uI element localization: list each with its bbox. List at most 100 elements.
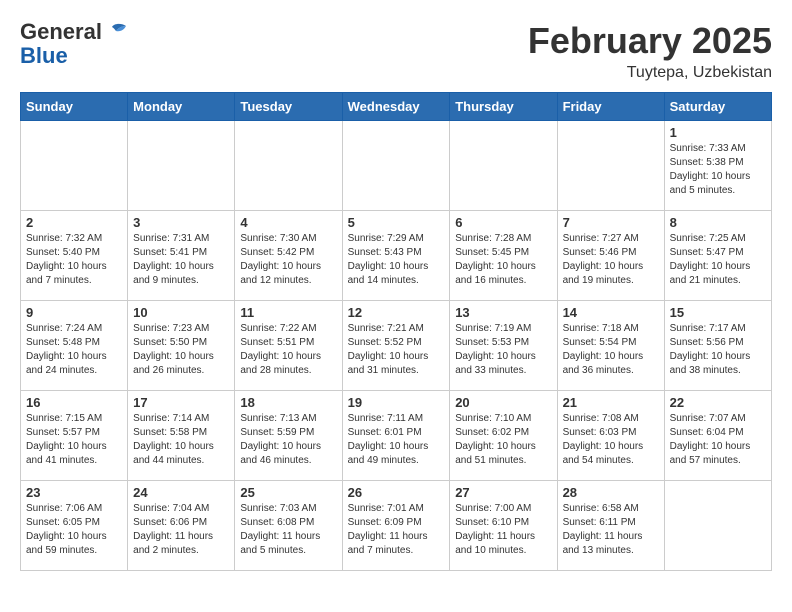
weekday-header-sunday: Sunday — [21, 93, 128, 121]
calendar-cell — [128, 121, 235, 211]
calendar-cell — [450, 121, 557, 211]
day-number: 26 — [348, 485, 445, 500]
calendar-cell: 6 Sunrise: 7:28 AMSunset: 5:45 PMDaylight… — [450, 211, 557, 301]
calendar-cell: 14Sunrise: 7:18 AMSunset: 5:54 PMDayligh… — [557, 301, 664, 391]
calendar-cell: 21 Sunrise: 7:08 AMSunset: 6:03 PMDayligh… — [557, 391, 664, 481]
weekday-header-tuesday: Tuesday — [235, 93, 342, 121]
calendar-cell: 24 Sunrise: 7:04 AMSunset: 6:06 PMDayligh… — [128, 481, 235, 571]
day-number: 3 — [133, 215, 229, 230]
logo-general-text: General — [20, 20, 102, 44]
calendar-cell: 25 Sunrise: 7:03 AMSunset: 6:08 PMDayligh… — [235, 481, 342, 571]
day-number: 1 — [670, 125, 766, 140]
day-info: Sunrise: 7:23 AMSunset: 5:50 PMDaylight:… — [133, 322, 229, 378]
day-info: Sunrise: 7:30 AMSunset: 5:42 PMDaylight:… — [240, 232, 336, 288]
day-number: 20 — [455, 395, 551, 410]
day-info: Sunrise: 7:06 AMSunset: 6:05 PMDaylight:… — [26, 502, 122, 558]
calendar-cell: 28 Sunrise: 6:58 AMSunset: 6:11 PMDayligh… — [557, 481, 664, 571]
day-number: 8 — [670, 215, 766, 230]
day-info: Sunrise: 7:17 AMSunset: 5:56 PMDaylight:… — [670, 322, 766, 378]
day-number: 24 — [133, 485, 229, 500]
page-header: General Blue February 2025 Tuytepa, Uzbe… — [20, 20, 772, 82]
day-info: Sunrise: 7:18 AMSunset: 5:54 PMDaylight:… — [563, 322, 659, 378]
day-number: 9 — [26, 305, 122, 320]
day-info: Sunrise: 7:14 AMSunset: 5:58 PMDaylight:… — [133, 412, 229, 468]
calendar-cell: 10 Sunrise: 7:23 AMSunset: 5:50 PMDayligh… — [128, 301, 235, 391]
day-number: 10 — [133, 305, 229, 320]
day-info: Sunrise: 7:33 AMSunset: 5:38 PMDaylight:… — [670, 142, 766, 198]
weekday-header-friday: Friday — [557, 93, 664, 121]
calendar-cell: 4 Sunrise: 7:30 AMSunset: 5:42 PMDaylight… — [235, 211, 342, 301]
calendar-week-row: 16 Sunrise: 7:15 AMSunset: 5:57 PMDayligh… — [21, 391, 772, 481]
month-title: February 2025 — [528, 20, 772, 62]
day-info: Sunrise: 7:00 AMSunset: 6:10 PMDaylight:… — [455, 502, 551, 558]
calendar-cell — [342, 121, 450, 211]
day-number: 2 — [26, 215, 122, 230]
day-info: Sunrise: 7:21 AMSunset: 5:52 PMDaylight:… — [348, 322, 445, 378]
calendar-cell: 7 Sunrise: 7:27 AMSunset: 5:46 PMDaylight… — [557, 211, 664, 301]
calendar-week-row: 2 Sunrise: 7:32 AMSunset: 5:40 PMDaylight… — [21, 211, 772, 301]
logo-bird-icon — [104, 23, 126, 41]
day-number: 18 — [240, 395, 336, 410]
calendar-cell: 16 Sunrise: 7:15 AMSunset: 5:57 PMDayligh… — [21, 391, 128, 481]
day-number: 22 — [670, 395, 766, 410]
day-info: Sunrise: 7:04 AMSunset: 6:06 PMDaylight:… — [133, 502, 229, 558]
day-info: Sunrise: 7:27 AMSunset: 5:46 PMDaylight:… — [563, 232, 659, 288]
day-number: 5 — [348, 215, 445, 230]
weekday-header-row: SundayMondayTuesdayWednesdayThursdayFrid… — [21, 93, 772, 121]
day-info: Sunrise: 7:22 AMSunset: 5:51 PMDaylight:… — [240, 322, 336, 378]
day-number: 25 — [240, 485, 336, 500]
day-info: Sunrise: 7:13 AMSunset: 5:59 PMDaylight:… — [240, 412, 336, 468]
calendar-week-row: 9 Sunrise: 7:24 AMSunset: 5:48 PMDaylight… — [21, 301, 772, 391]
calendar-cell — [235, 121, 342, 211]
calendar-cell: 17 Sunrise: 7:14 AMSunset: 5:58 PMDayligh… — [128, 391, 235, 481]
calendar-cell: 26Sunrise: 7:01 AMSunset: 6:09 PMDayligh… — [342, 481, 450, 571]
day-number: 28 — [563, 485, 659, 500]
day-number: 6 — [455, 215, 551, 230]
day-info: Sunrise: 7:31 AMSunset: 5:41 PMDaylight:… — [133, 232, 229, 288]
calendar-cell: 9 Sunrise: 7:24 AMSunset: 5:48 PMDaylight… — [21, 301, 128, 391]
calendar-cell: 18 Sunrise: 7:13 AMSunset: 5:59 PMDayligh… — [235, 391, 342, 481]
day-number: 4 — [240, 215, 336, 230]
logo-blue-text: Blue — [20, 44, 68, 68]
day-number: 13 — [455, 305, 551, 320]
weekday-header-monday: Monday — [128, 93, 235, 121]
calendar-cell: 15 Sunrise: 7:17 AMSunset: 5:56 PMDayligh… — [664, 301, 771, 391]
calendar-week-row: 1 Sunrise: 7:33 AMSunset: 5:38 PMDaylight… — [21, 121, 772, 211]
logo: General Blue — [20, 20, 126, 68]
day-info: Sunrise: 7:19 AMSunset: 5:53 PMDaylight:… — [455, 322, 551, 378]
day-number: 21 — [563, 395, 659, 410]
calendar-cell: 12 Sunrise: 7:21 AMSunset: 5:52 PMDayligh… — [342, 301, 450, 391]
day-info: Sunrise: 6:58 AMSunset: 6:11 PMDaylight:… — [563, 502, 659, 558]
day-number: 12 — [348, 305, 445, 320]
day-number: 15 — [670, 305, 766, 320]
day-number: 7 — [563, 215, 659, 230]
day-info: Sunrise: 7:28 AMSunset: 5:45 PMDaylight:… — [455, 232, 551, 288]
day-number: 17 — [133, 395, 229, 410]
day-info: Sunrise: 7:07 AMSunset: 6:04 PMDaylight:… — [670, 412, 766, 468]
weekday-header-saturday: Saturday — [664, 93, 771, 121]
day-info: Sunrise: 7:08 AMSunset: 6:03 PMDaylight:… — [563, 412, 659, 468]
day-info: Sunrise: 7:24 AMSunset: 5:48 PMDaylight:… — [26, 322, 122, 378]
weekday-header-thursday: Thursday — [450, 93, 557, 121]
weekday-header-wednesday: Wednesday — [342, 93, 450, 121]
day-info: Sunrise: 7:32 AMSunset: 5:40 PMDaylight:… — [26, 232, 122, 288]
day-info: Sunrise: 7:03 AMSunset: 6:08 PMDaylight:… — [240, 502, 336, 558]
day-number: 27 — [455, 485, 551, 500]
day-info: Sunrise: 7:29 AMSunset: 5:43 PMDaylight:… — [348, 232, 445, 288]
calendar-cell: 27 Sunrise: 7:00 AMSunset: 6:10 PMDayligh… — [450, 481, 557, 571]
calendar-cell: 22 Sunrise: 7:07 AMSunset: 6:04 PMDayligh… — [664, 391, 771, 481]
calendar-cell — [21, 121, 128, 211]
calendar-cell: 2 Sunrise: 7:32 AMSunset: 5:40 PMDaylight… — [21, 211, 128, 301]
calendar-week-row: 23Sunrise: 7:06 AMSunset: 6:05 PMDayligh… — [21, 481, 772, 571]
calendar-cell — [557, 121, 664, 211]
calendar-table: SundayMondayTuesdayWednesdayThursdayFrid… — [20, 92, 772, 571]
calendar-cell: 11 Sunrise: 7:22 AMSunset: 5:51 PMDayligh… — [235, 301, 342, 391]
title-block: February 2025 Tuytepa, Uzbekistan — [528, 20, 772, 82]
day-number: 16 — [26, 395, 122, 410]
calendar-cell: 19Sunrise: 7:11 AMSunset: 6:01 PMDayligh… — [342, 391, 450, 481]
day-number: 11 — [240, 305, 336, 320]
day-info: Sunrise: 7:15 AMSunset: 5:57 PMDaylight:… — [26, 412, 122, 468]
calendar-cell — [664, 481, 771, 571]
day-info: Sunrise: 7:10 AMSunset: 6:02 PMDaylight:… — [455, 412, 551, 468]
calendar-cell: 13 Sunrise: 7:19 AMSunset: 5:53 PMDayligh… — [450, 301, 557, 391]
